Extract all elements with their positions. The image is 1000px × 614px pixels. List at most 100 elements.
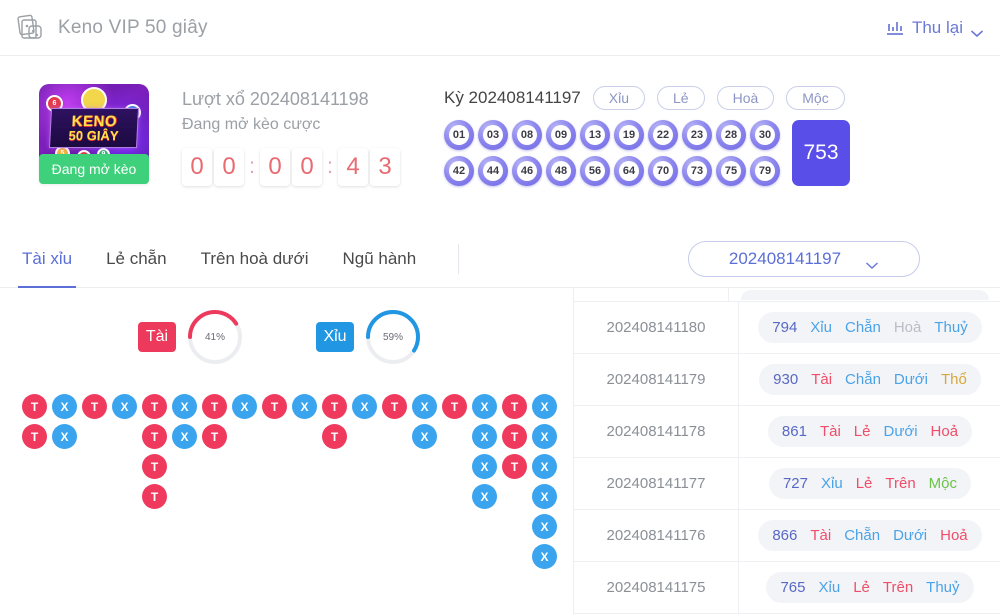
history-sum: 861: [781, 423, 807, 440]
roadmap-marker-xiu: X: [532, 394, 557, 419]
history-taixiu: Tài: [811, 371, 833, 388]
table-row: [574, 288, 1000, 302]
history-nguhanh: Thuỷ: [934, 319, 968, 336]
history-period: 202408141180: [574, 301, 739, 354]
table-row[interactable]: 202408141180 794 Xỉu Chẵn Hoà Thuỷ: [574, 301, 1000, 354]
roadmap-column: T: [382, 394, 407, 419]
tab-le-chan[interactable]: Lẻ chẵn: [106, 230, 167, 288]
roadmap-marker-xiu: X: [292, 394, 317, 419]
tabs: Tài xỉu Lẻ chẵn Trên hoà dưới Ngũ hành: [0, 230, 460, 288]
table-row[interactable]: 202408141175 765 Xỉu Lẻ Trên Thuỷ: [574, 561, 1000, 614]
roadmap-marker-tai: T: [142, 424, 167, 449]
roadmap-marker-xiu: X: [232, 394, 257, 419]
roadmap-marker-xiu: X: [112, 394, 137, 419]
logo-plaque: KENO 50 GIÂY: [48, 108, 140, 148]
roadmap-column: T: [82, 394, 107, 419]
history-taixiu: Xỉu: [818, 579, 841, 596]
tab-divider: [458, 243, 460, 274]
roadmap-marker-tai: T: [202, 424, 227, 449]
table-row[interactable]: 202408141179 930 Tài Chẵn Dưới Thổ: [574, 353, 1000, 406]
result-ball: 13: [580, 120, 610, 150]
table-row[interactable]: 202408141176 866 Tài Chẵn Dưới Hoả: [574, 509, 1000, 562]
result-tag-lechan: Lẻ: [657, 86, 705, 110]
roadmap-marker-tai: T: [502, 454, 527, 479]
history-values: 727 Xỉu Lẻ Trên Mộc: [739, 468, 1000, 499]
history-period: 202408141175: [574, 561, 739, 614]
table-row[interactable]: 202408141177 727 Xỉu Lẻ Trên Mộc: [574, 457, 1000, 510]
tai-ratio-group: Tài 41%: [138, 308, 244, 366]
history-lechan: Lẻ: [853, 579, 870, 596]
roadmap-marker-xiu: X: [472, 454, 497, 479]
history-lechan: Chẵn: [844, 527, 881, 544]
history-sum: 930: [773, 371, 799, 388]
history-lechan: Chẵn: [844, 319, 881, 336]
tai-donut: 41%: [186, 308, 244, 366]
result-header: Kỳ 202408141197 Xỉu Lẻ Hoà Mộc: [444, 86, 1000, 110]
roadmap-marker-xiu: X: [412, 394, 437, 419]
chevron-down-icon: [970, 23, 984, 38]
draw-info-band: 6 8 5 2 9 KENO 50 GIÂY Đang mở kèo Lượt …: [0, 56, 1000, 230]
ratio-donuts: Tài 41% Xỉu 59%: [0, 288, 573, 366]
logo-line-1: KENO: [71, 112, 118, 130]
tai-label: Tài: [138, 322, 176, 352]
table-row[interactable]: 202408141178 861 Tài Lẻ Dưới Hoả: [574, 405, 1000, 458]
tab-ngu-hanh[interactable]: Ngũ hành: [342, 230, 416, 288]
roadmap-marker-tai: T: [142, 454, 167, 479]
timer-separator: :: [249, 155, 255, 178]
history-trenduoi: Trên: [882, 579, 914, 596]
result-ball: 73: [682, 156, 712, 186]
roadmap-column: TTTT: [142, 394, 167, 509]
roadmap-marker-xiu: X: [352, 394, 377, 419]
cards-dice-icon: [16, 13, 46, 43]
history-lechan: Lẻ: [853, 423, 871, 440]
roadmap-marker-xiu: X: [472, 394, 497, 419]
roadmap-column: X: [352, 394, 377, 419]
result-ball: 79: [750, 156, 780, 186]
history-nguhanh: Mộc: [928, 475, 958, 492]
collapse-button[interactable]: Thu lại: [885, 18, 984, 38]
history-values: 765 Xỉu Lẻ Trên Thuỷ: [739, 572, 1000, 603]
draw-details: Lượt xổ 202408141198 Đang mở kèo cược 0 …: [170, 56, 400, 186]
result-period-label: Kỳ 202408141197: [444, 88, 581, 107]
history-trenduoi: Dưới: [883, 423, 918, 440]
history-nguhanh: Hoả: [940, 527, 968, 544]
timer-separator: :: [327, 155, 333, 178]
history-sum: 866: [772, 527, 798, 544]
roadmap-marker-tai: T: [142, 394, 167, 419]
content-body: Tài 41% Xỉu 59% T T X X T X T T T T X X …: [0, 288, 1000, 614]
history-taixiu: Tài: [810, 527, 832, 544]
result-balls: 01 03 08 09 13 19 22 23 28 30 42 44 46 4…: [444, 120, 780, 186]
history-nguhanh: Thuỷ: [926, 579, 960, 596]
result-ball: 19: [614, 120, 644, 150]
history-chip: [741, 289, 989, 300]
xiu-donut: 59%: [364, 308, 422, 366]
collapse-label: Thu lại: [911, 17, 963, 37]
result-ball: 64: [614, 156, 644, 186]
roadmap-column: XX: [412, 394, 437, 449]
roadmap-marker-xiu: X: [412, 424, 437, 449]
roadmap-marker-tai: T: [22, 394, 47, 419]
period-select[interactable]: 202408141197: [688, 241, 920, 277]
roadmap-marker-tai: T: [202, 394, 227, 419]
roadmap-marker-xiu: X: [532, 424, 557, 449]
roadmap-marker-xiu: X: [172, 394, 197, 419]
result-balls-wrap: 01 03 08 09 13 19 22 23 28 30 42 44 46 4…: [444, 120, 1000, 186]
result-ball: 46: [512, 156, 542, 186]
history-values: 794 Xỉu Chẵn Hoà Thuỷ: [739, 312, 1000, 343]
brand-group: Keno VIP 50 giây: [16, 13, 208, 43]
roadmap-marker-xiu: X: [472, 424, 497, 449]
page-title: Keno VIP 50 giây: [58, 16, 208, 38]
result-ball: 42: [444, 156, 474, 186]
tab-tai-xiu[interactable]: Tài xỉu: [17, 230, 77, 288]
roadmap-marker-tai: T: [442, 394, 467, 419]
game-logo-block: 6 8 5 2 9 KENO 50 GIÂY Đang mở kèo: [0, 56, 170, 184]
top-bar: Keno VIP 50 giây Thu lại: [0, 0, 1000, 56]
roadmap-marker-xiu: X: [172, 424, 197, 449]
history-pane[interactable]: 202408141180 794 Xỉu Chẵn Hoà Thuỷ 20240814117…: [573, 288, 1000, 614]
history-values: 861 Tài Lẻ Dưới Hoả: [739, 416, 1000, 447]
tab-tren-hoa-duoi[interactable]: Trên hoà dưới: [201, 230, 309, 288]
result-sum: 753: [792, 120, 850, 186]
result-ball: 01: [444, 120, 474, 150]
roadmap-marker-tai: T: [502, 424, 527, 449]
xiu-label: Xỉu: [316, 322, 354, 352]
